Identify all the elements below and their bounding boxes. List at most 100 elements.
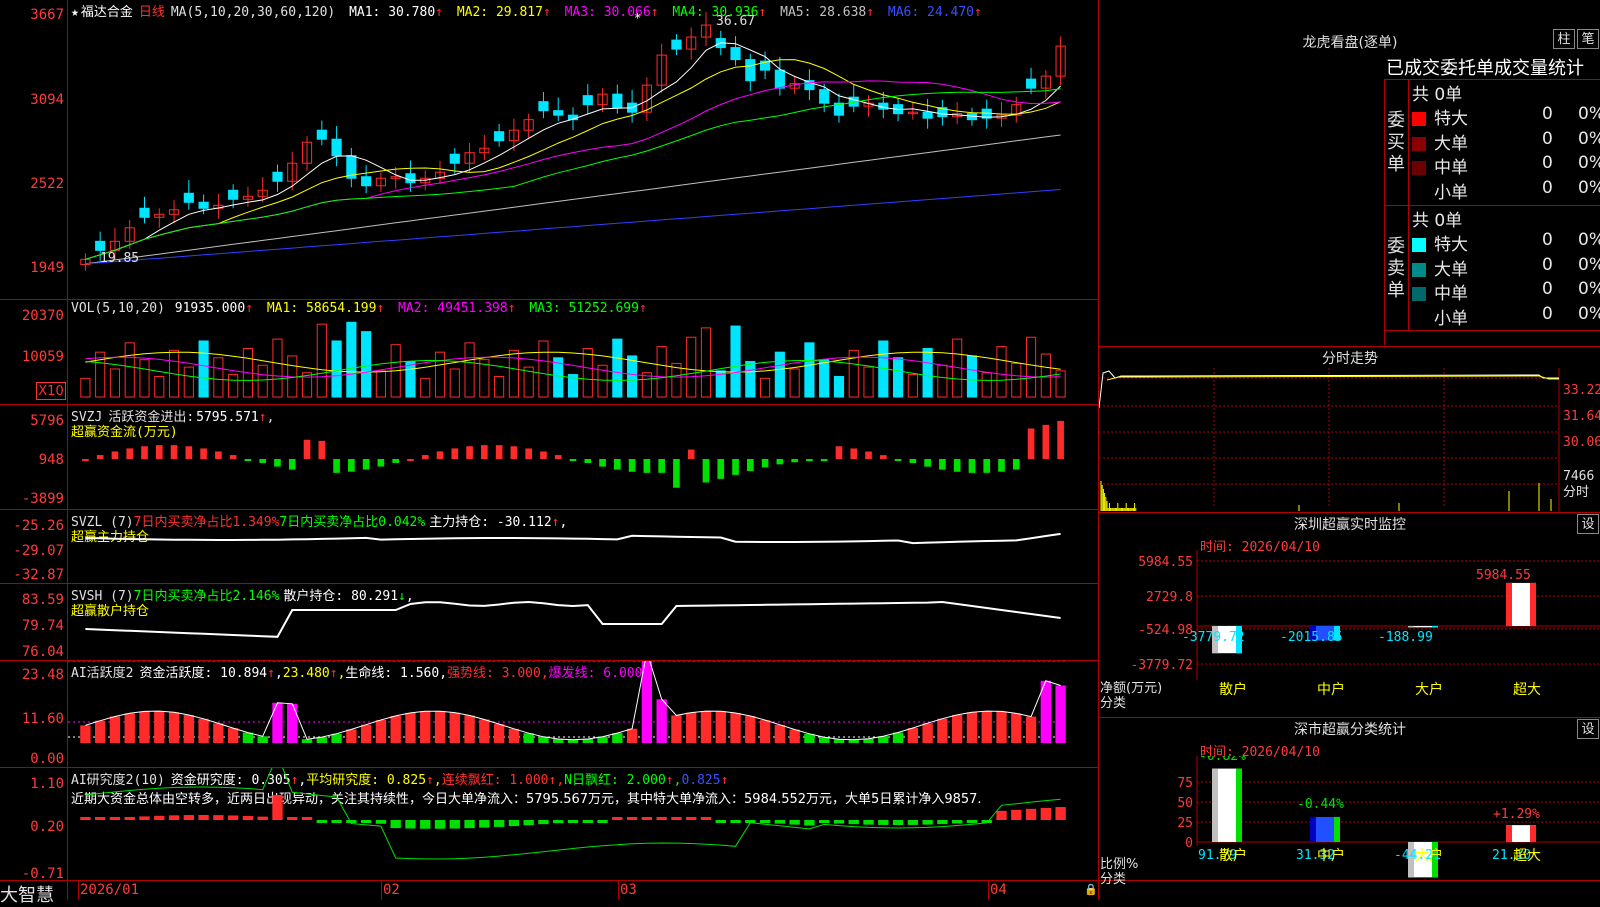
activity-bar bbox=[227, 728, 239, 743]
svzl-line bbox=[85, 532, 1061, 545]
order-type: 中单 bbox=[1434, 284, 1468, 304]
activity-bar bbox=[774, 724, 786, 743]
volume-chart bbox=[80, 321, 1066, 398]
svzj-bar bbox=[806, 459, 813, 462]
order-type: 小单 bbox=[1434, 182, 1468, 203]
bar-mode-button[interactable]: 柱 bbox=[1553, 29, 1575, 49]
activity-bar bbox=[952, 714, 963, 743]
volume-bar bbox=[375, 370, 386, 398]
longhu-tabs[interactable]: 已成交委托单成交量统计 bbox=[1386, 54, 1584, 80]
intraday-tick: 31.64 bbox=[1563, 409, 1600, 424]
svzj-bar bbox=[761, 459, 769, 468]
research-bar bbox=[523, 820, 534, 826]
intraday-tick: 7466 bbox=[1563, 469, 1594, 484]
activity-bar bbox=[981, 711, 992, 743]
research-bar bbox=[996, 810, 1007, 820]
research-bar bbox=[863, 820, 874, 825]
svzj-bar bbox=[392, 459, 400, 463]
date-tick bbox=[618, 880, 619, 900]
research-bar bbox=[331, 820, 342, 823]
activity-bar bbox=[686, 712, 697, 743]
date-label: 2026/01 bbox=[80, 882, 140, 898]
intraday-chart[interactable]: 33.22 31.64 30.06 7466分时 bbox=[1099, 368, 1600, 511]
order-type: 大单 bbox=[1434, 259, 1468, 280]
volume-bar bbox=[124, 342, 135, 398]
svzj-bar bbox=[879, 455, 887, 459]
ai1-tick: 11.60 bbox=[21, 711, 64, 727]
volume-bar bbox=[183, 366, 194, 398]
candle-body bbox=[198, 201, 209, 209]
tick-mode-button[interactable]: 笔 bbox=[1577, 29, 1599, 49]
bar-edge bbox=[1506, 582, 1512, 626]
svzj-bar bbox=[1057, 420, 1064, 459]
volume-bar bbox=[464, 342, 475, 398]
volume-bar bbox=[154, 375, 165, 398]
intraday-title: 分时走势 bbox=[1322, 351, 1378, 367]
research-line bbox=[85, 768, 1061, 860]
candlestick-chart[interactable]: 36.67 19.85 * bbox=[68, 0, 1098, 299]
ai2-tick: 1.10 bbox=[30, 776, 64, 792]
sz-class-settings-button[interactable]: 设 bbox=[1577, 719, 1599, 739]
candle-body bbox=[745, 59, 756, 82]
svzj-bar bbox=[126, 448, 134, 459]
volume-ma-line bbox=[85, 351, 1061, 373]
svzj-bar bbox=[200, 448, 207, 459]
research-bar bbox=[612, 817, 623, 820]
activity-bar bbox=[715, 711, 726, 743]
bar-edge bbox=[1236, 768, 1242, 842]
volume-bar bbox=[730, 325, 741, 398]
sz-monitor-settings-button[interactable]: 设 bbox=[1577, 514, 1599, 534]
volume-bar bbox=[479, 359, 490, 398]
date-tick bbox=[988, 880, 989, 900]
volume-bar bbox=[863, 366, 874, 398]
ma2-line bbox=[85, 59, 1061, 260]
svzj-bar bbox=[569, 459, 577, 461]
svzl-chart bbox=[85, 532, 1061, 545]
candle-body bbox=[361, 176, 372, 187]
svzj-bar bbox=[466, 446, 473, 459]
lock-icon[interactable]: 🔒 bbox=[1084, 883, 1098, 896]
volume-bar bbox=[109, 368, 121, 398]
activity-bar bbox=[390, 715, 401, 743]
candle-body bbox=[228, 189, 239, 200]
svzj-bar bbox=[377, 459, 385, 467]
divider bbox=[1384, 330, 1600, 331]
candle-body bbox=[538, 101, 549, 112]
research-bar bbox=[508, 820, 520, 827]
volume-bar bbox=[80, 377, 91, 398]
research-bar bbox=[479, 820, 490, 828]
svzj-bar bbox=[274, 459, 281, 467]
svzl-tick: -25.26 bbox=[13, 518, 64, 534]
research-bar bbox=[553, 820, 564, 824]
candle-body bbox=[922, 111, 933, 119]
color-swatch bbox=[1412, 262, 1426, 277]
order-percent: 0% bbox=[1578, 153, 1600, 173]
price-tick: 2522 bbox=[30, 176, 64, 192]
volume-bar bbox=[139, 359, 150, 398]
category-bar bbox=[1310, 816, 1340, 842]
buy-side-label: 委买单 bbox=[1387, 110, 1405, 175]
order-row: 特大 bbox=[1412, 230, 1468, 255]
research-bar bbox=[109, 817, 121, 820]
activity-bar bbox=[213, 723, 224, 743]
volume-bar bbox=[656, 346, 667, 398]
svzj-bar bbox=[303, 439, 311, 459]
order-percent: 0% bbox=[1578, 177, 1600, 198]
color-swatch bbox=[1412, 112, 1426, 126]
intraday-tick: 30.06 bbox=[1563, 435, 1600, 450]
vol-unit-badge[interactable]: X10 bbox=[36, 382, 66, 400]
candle-body bbox=[671, 39, 682, 50]
activity-bar bbox=[612, 733, 623, 743]
candle-body bbox=[1025, 78, 1037, 89]
svzj-bar bbox=[584, 459, 592, 463]
activity-bar bbox=[242, 732, 254, 743]
volume-bar bbox=[907, 374, 918, 398]
color-swatch bbox=[1412, 287, 1426, 301]
research-bar bbox=[567, 820, 579, 823]
order-count: 0 bbox=[1542, 230, 1553, 250]
svzj-tick: 948 bbox=[38, 452, 64, 468]
svzj-bar bbox=[1012, 459, 1020, 470]
volume-bar bbox=[981, 372, 992, 398]
research-bar bbox=[582, 820, 593, 823]
research-bar bbox=[833, 820, 845, 824]
